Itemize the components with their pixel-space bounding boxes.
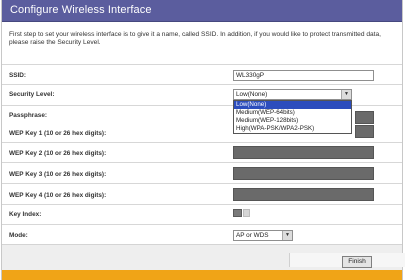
wep-key-2-label: WEP Key 2 (10 or 26 hex digits):	[9, 150, 107, 157]
security-option-wpa[interactable]: High(WPA-PSK/WPA2-PSK)	[234, 125, 351, 133]
panel-title-bar: Configure Wireless Interface	[2, 0, 402, 22]
divider	[2, 204, 402, 205]
security-level-select[interactable]: Low(None) ▼	[233, 89, 352, 100]
passphrase-input[interactable]	[355, 111, 374, 124]
wep-key-3-input[interactable]	[233, 167, 374, 180]
divider	[2, 142, 402, 143]
divider	[2, 224, 402, 225]
chevron-down-icon[interactable]: ▼	[282, 231, 292, 240]
wizard-panel: Configure Wireless Interface First step …	[1, 0, 405, 280]
wep-key-4-label: WEP Key 4 (10 or 26 hex digits):	[9, 192, 107, 199]
security-option-low[interactable]: Low(None)	[234, 101, 351, 109]
divider	[2, 84, 402, 85]
key-index-select[interactable]	[233, 209, 242, 217]
mode-label: Mode:	[9, 232, 28, 239]
security-level-dropdown: Low(None) Medium(WEP-64bits) Medium(WEP-…	[233, 100, 352, 134]
intro-text: First step to set your wireless interfac…	[9, 31, 381, 47]
divider	[2, 64, 402, 65]
bottom-stripe	[2, 270, 402, 280]
wep-key-2-input[interactable]	[233, 146, 374, 159]
security-option-wep64[interactable]: Medium(WEP-64bits)	[234, 109, 351, 117]
divider	[2, 162, 402, 163]
wep-key-1-label: WEP Key 1 (10 or 26 hex digits):	[9, 130, 107, 137]
wep-key-1-input[interactable]	[355, 125, 374, 138]
security-level-label: Security Level:	[9, 91, 55, 98]
panel-title: Configure Wireless Interface	[10, 4, 152, 16]
passphrase-label: Passphrase:	[9, 112, 48, 119]
ssid-label: SSID:	[9, 72, 27, 79]
key-index-label: Key Index:	[9, 211, 42, 218]
divider	[2, 183, 402, 184]
mode-select[interactable]: AP or WDS ▼	[233, 230, 293, 241]
wep-key-3-label: WEP Key 3 (10 or 26 hex digits):	[9, 171, 107, 178]
finish-button[interactable]: Finish	[342, 256, 372, 268]
ssid-input[interactable]: WL330gP	[233, 70, 374, 81]
security-level-value: Low(None)	[236, 91, 268, 98]
security-option-wep128[interactable]: Medium(WEP-128bits)	[234, 117, 351, 125]
mode-value: AP or WDS	[236, 232, 269, 239]
wep-key-4-input[interactable]	[233, 188, 374, 201]
key-index-arrow[interactable]	[243, 209, 250, 217]
chevron-down-icon[interactable]: ▼	[341, 90, 351, 99]
